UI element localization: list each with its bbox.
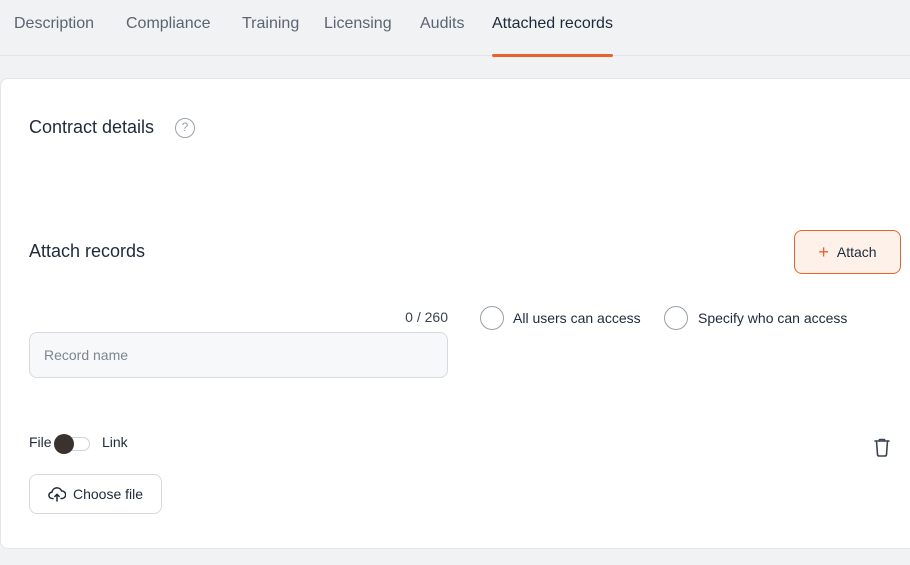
tab-licensing[interactable]: Licensing — [324, 15, 392, 56]
attach-button[interactable]: + Attach — [794, 230, 901, 274]
toggle-knob — [54, 434, 74, 454]
toggle-file-label: File — [29, 434, 52, 450]
toggle-link-label: Link — [102, 434, 128, 450]
radio-all-users[interactable] — [480, 306, 504, 330]
plus-icon: + — [818, 242, 829, 262]
radio-specify-access-label[interactable]: Specify who can access — [698, 310, 847, 326]
radio-specify-access[interactable] — [664, 306, 688, 330]
tab-attached-records[interactable]: Attached records — [492, 15, 613, 57]
file-link-toggle[interactable] — [54, 434, 90, 454]
tab-bar: Description Compliance Training Licensin… — [0, 0, 910, 57]
character-counter: 0 / 260 — [405, 309, 448, 325]
choose-file-label: Choose file — [72, 486, 144, 502]
tab-audits[interactable]: Audits — [420, 15, 464, 56]
tab-description[interactable]: Description — [14, 15, 94, 56]
trash-icon[interactable] — [872, 436, 892, 458]
record-name-input[interactable] — [29, 332, 448, 378]
attach-records-title: Attach records — [29, 241, 146, 261]
attach-button-label: Attach — [836, 244, 877, 260]
radio-all-users-label[interactable]: All users can access — [513, 310, 641, 326]
upload-cloud-icon — [48, 487, 66, 502]
choose-file-button[interactable]: Choose file — [29, 474, 162, 514]
tab-training[interactable]: Training — [242, 15, 299, 56]
question-circle-icon[interactable]: ? — [175, 118, 195, 138]
tab-compliance[interactable]: Compliance — [126, 15, 210, 56]
contract-details-title: Contract details — [29, 117, 155, 137]
